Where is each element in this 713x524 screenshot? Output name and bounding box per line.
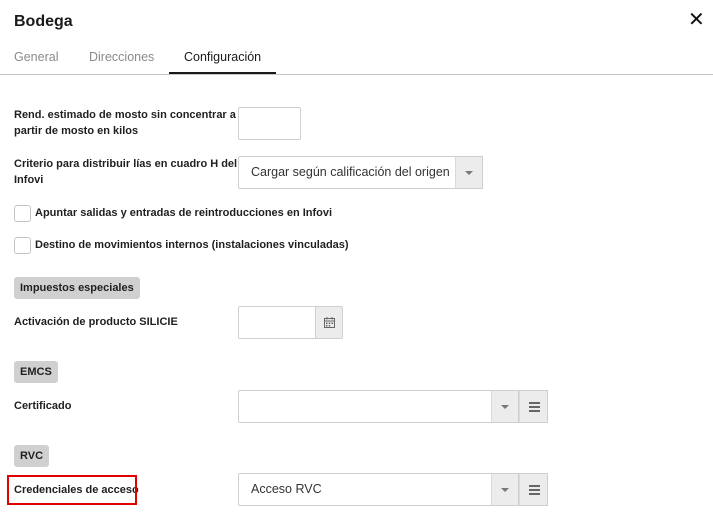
section-emcs: EMCS <box>14 361 58 383</box>
close-icon[interactable]: ✕ <box>688 10 705 30</box>
destino-movimientos-checkbox[interactable] <box>14 237 31 254</box>
calendar-icon <box>324 317 335 328</box>
rend-estimado-label-line2: partir de mosto en kilos <box>14 125 139 137</box>
chevron-down-icon <box>501 405 509 409</box>
criterio-label-line2: Infovi <box>14 174 44 186</box>
credenciales-highlight-box <box>7 475 137 505</box>
certificado-select[interactable] <box>238 390 548 423</box>
dialog-title: Bodega <box>14 13 73 30</box>
chevron-down-icon <box>465 171 473 175</box>
credenciales-list-button[interactable] <box>519 473 548 506</box>
tab-bar: General Direcciones Configuración <box>0 46 713 75</box>
rend-estimado-label: Rend. estimado de mosto sin concentrar a… <box>14 107 236 139</box>
destino-movimientos-label: Destino de movimientos internos (instala… <box>35 239 349 251</box>
section-rvc: RVC <box>14 445 50 467</box>
criterio-select-value: Cargar según calificación del origen <box>251 165 450 179</box>
active-tab-indicator <box>169 72 276 74</box>
calendar-button[interactable] <box>315 306 343 339</box>
criterio-select[interactable]: Cargar según calificación del origen <box>238 156 483 189</box>
credenciales-dropdown-button[interactable] <box>491 473 519 506</box>
rend-estimado-input[interactable] <box>238 107 301 140</box>
activacion-silicie-label: Activación de producto SILICIE <box>14 316 178 328</box>
tab-general[interactable]: General <box>14 50 58 64</box>
tab-direcciones[interactable]: Direcciones <box>89 50 154 64</box>
certificado-dropdown-button[interactable] <box>491 390 519 423</box>
criterio-label-line1: Criterio para distribuir lías en cuadro … <box>14 158 238 170</box>
activacion-silicie-input[interactable] <box>238 306 316 339</box>
certificado-label: Certificado <box>14 400 72 412</box>
apuntar-salidas-label: Apuntar salidas y entradas de reintroduc… <box>35 207 333 219</box>
rend-estimado-label-line1: Rend. estimado de mosto sin concentrar a <box>14 109 236 121</box>
criterio-dropdown-button[interactable] <box>455 156 483 189</box>
certificado-list-button[interactable] <box>519 390 548 423</box>
apuntar-salidas-checkbox[interactable] <box>14 205 31 222</box>
activacion-silicie-date <box>238 306 343 339</box>
criterio-label: Criterio para distribuir lías en cuadro … <box>14 156 237 188</box>
chevron-down-icon <box>501 488 509 492</box>
credenciales-select-value: Acceso RVC <box>251 482 322 496</box>
tab-configuracion[interactable]: Configuración <box>184 50 261 64</box>
credenciales-select[interactable]: Acceso RVC <box>238 473 548 506</box>
section-impuestos-especiales: Impuestos especiales <box>14 277 140 299</box>
